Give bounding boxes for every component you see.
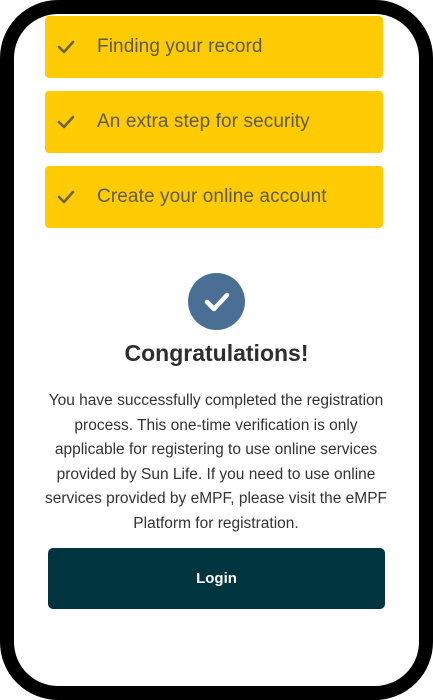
checkmark-circle-icon — [188, 273, 245, 330]
step-create-account: Create your online account — [45, 166, 383, 228]
check-icon — [55, 111, 77, 133]
phone-frame: Finding your record An extra step for se… — [0, 0, 433, 700]
screen: Finding your record An extra step for se… — [14, 14, 419, 635]
check-icon — [55, 186, 77, 208]
success-message: You have successfully completed the regi… — [45, 392, 387, 532]
step-label: Create your online account — [97, 186, 327, 207]
step-label: Finding your record — [97, 36, 263, 57]
step-extra-security: An extra step for security — [45, 91, 383, 153]
step-label: An extra step for security — [97, 111, 310, 132]
step-finding-record: Finding your record — [45, 16, 383, 78]
congratulations-title: Congratulations! — [124, 340, 309, 366]
check-icon — [55, 36, 77, 58]
login-button[interactable]: Login — [48, 548, 385, 609]
